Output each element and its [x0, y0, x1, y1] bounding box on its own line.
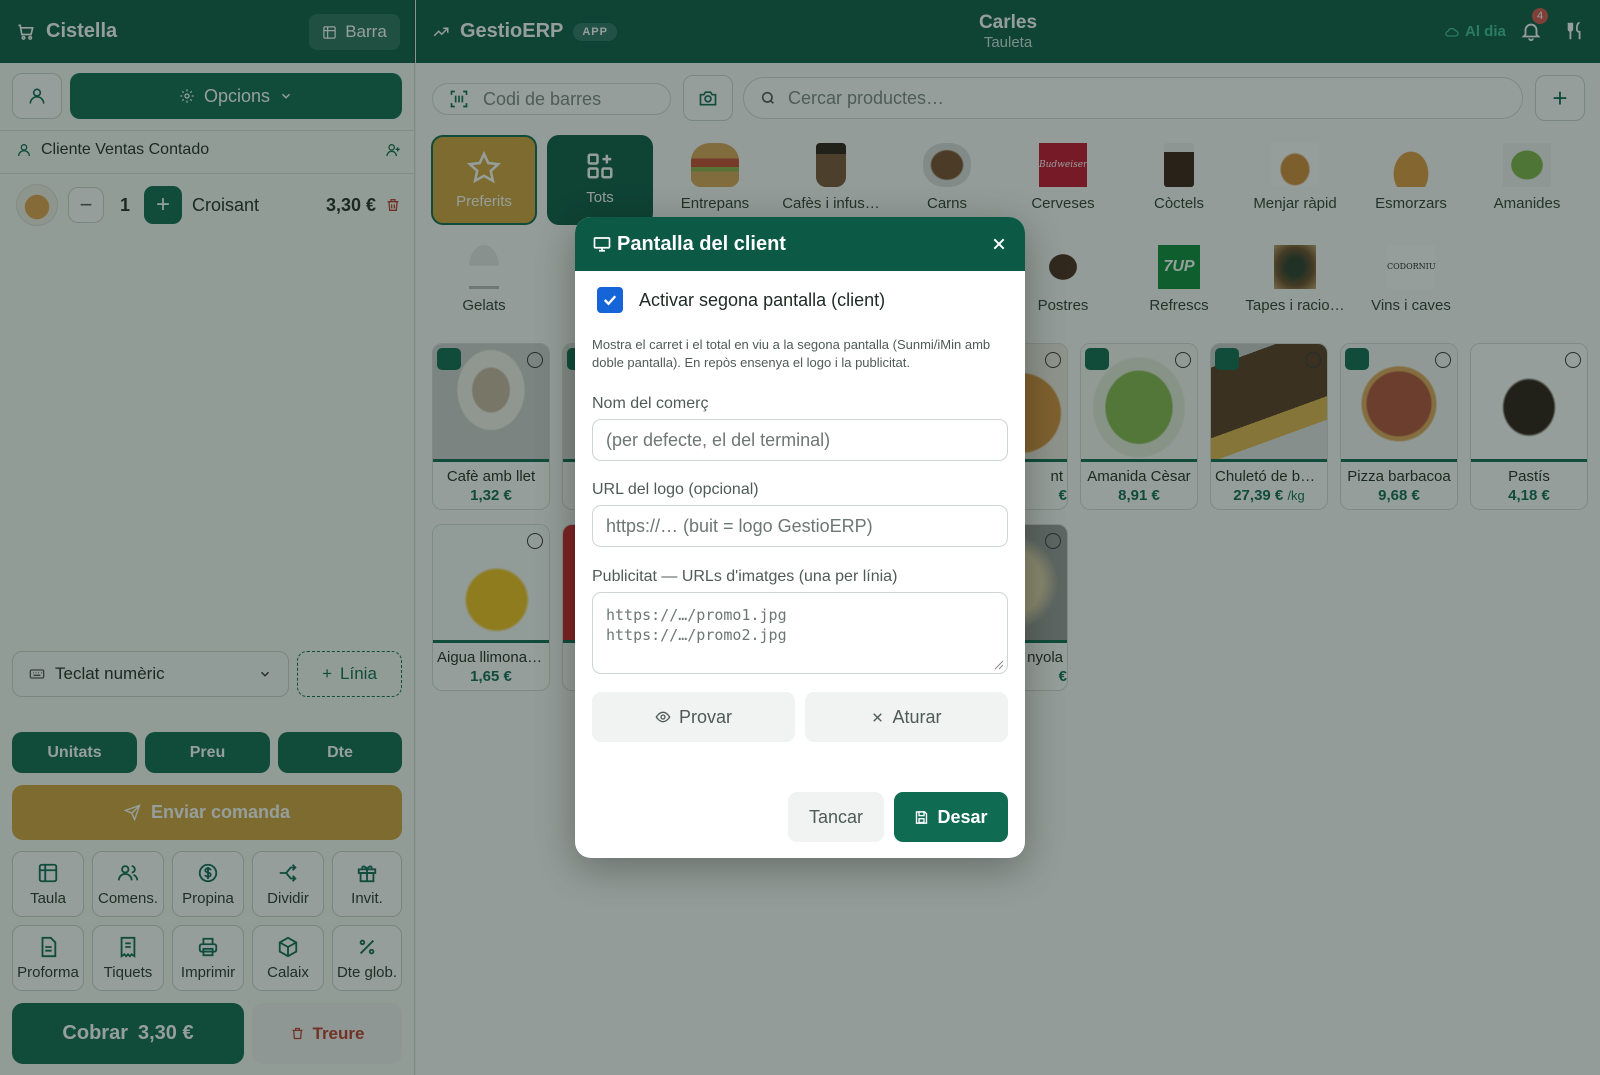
- close-button[interactable]: Tancar: [788, 792, 884, 842]
- x-icon: [873, 712, 883, 722]
- logo-url-placeholder: https://… (buit = logo GestioERP): [606, 515, 873, 536]
- save-label: Desar: [937, 806, 988, 827]
- resize-handle-icon[interactable]: [994, 660, 1004, 670]
- ads-placeholder: https://…/promo1.jpg https://…/promo2.jp…: [606, 606, 787, 644]
- monitor-icon: [593, 237, 611, 252]
- shop-name-placeholder: (per defecte, el del terminal): [606, 429, 831, 450]
- ads-textarea[interactable]: https://…/promo1.jpg https://…/promo2.jp…: [592, 592, 1008, 674]
- close-icon[interactable]: [991, 236, 1007, 252]
- logo-url-label: URL del logo (opcional): [592, 481, 759, 498]
- save-button[interactable]: Desar: [894, 792, 1008, 842]
- enable-label: Activar segona pantalla (client): [639, 289, 886, 310]
- ads-label: Publicitat — URLs d'imatges (una per lín…: [592, 568, 898, 585]
- dialog-description: Mostra el carret i el total en viu a la …: [592, 337, 991, 370]
- save-icon: [916, 810, 928, 824]
- test-label: Provar: [678, 706, 732, 727]
- stop-button[interactable]: Aturar: [805, 692, 1008, 742]
- shop-name-input[interactable]: (per defecte, el del terminal): [592, 419, 1008, 461]
- test-button[interactable]: Provar: [592, 692, 795, 742]
- enable-checkbox[interactable]: [597, 287, 623, 313]
- customer-display-dialog: Pantalla del client Activar segona panta…: [575, 217, 1025, 858]
- dialog-header: Pantalla del client: [575, 217, 1025, 271]
- logo-url-input[interactable]: https://… (buit = logo GestioERP): [592, 505, 1008, 547]
- dialog-title: Pantalla del client: [617, 232, 786, 255]
- stop-label: Aturar: [892, 706, 942, 727]
- shop-name-label: Nom del comerç: [592, 395, 709, 412]
- check-icon: [603, 295, 617, 306]
- eye-icon: [655, 711, 671, 723]
- enable-second-screen-row[interactable]: Activar segona pantalla (client): [597, 287, 885, 313]
- close-label: Tancar: [808, 806, 864, 827]
